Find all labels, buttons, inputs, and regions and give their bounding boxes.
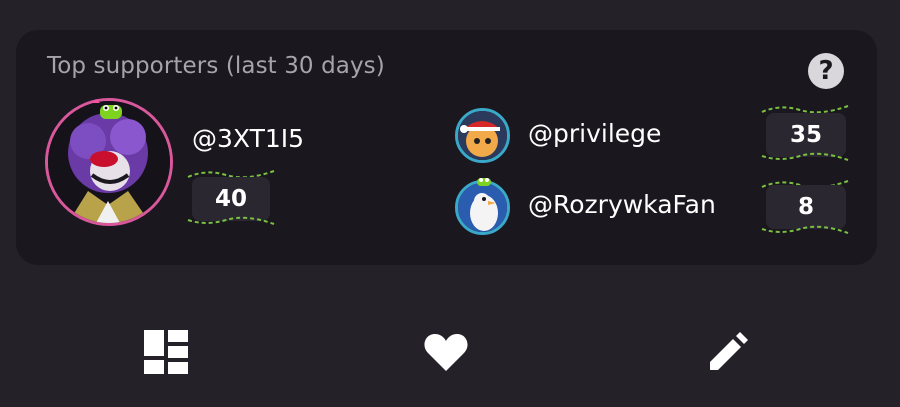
heart-icon bbox=[424, 334, 468, 371]
avatar-image bbox=[458, 111, 507, 160]
vine-decoration-icon bbox=[761, 152, 849, 161]
avatar-supporter-2[interactable] bbox=[455, 108, 510, 163]
supporter-username[interactable]: @3XT1I5 bbox=[192, 124, 304, 153]
supporter-username[interactable]: @privilege bbox=[528, 119, 661, 148]
dashboard-icon bbox=[144, 330, 188, 374]
top-supporters-card: Top supporters (last 30 days) ? @3XT1I5 … bbox=[16, 30, 877, 265]
heart-button[interactable] bbox=[416, 320, 476, 384]
edit-button[interactable] bbox=[698, 320, 758, 384]
card-title: Top supporters (last 30 days) bbox=[47, 53, 385, 79]
dashboard-button[interactable] bbox=[136, 320, 196, 384]
supporter-username[interactable]: @RozrywkaFan bbox=[528, 190, 716, 219]
vine-decoration-icon bbox=[761, 225, 849, 234]
avatar-supporter-3[interactable] bbox=[455, 180, 510, 235]
frog-badge-icon bbox=[92, 99, 122, 119]
vine-decoration-icon bbox=[187, 216, 275, 225]
frog-badge-icon bbox=[477, 178, 491, 186]
help-icon[interactable]: ? bbox=[808, 53, 844, 89]
avatar-image bbox=[458, 183, 507, 232]
pencil-icon bbox=[710, 332, 748, 370]
bottom-nav bbox=[0, 320, 900, 390]
